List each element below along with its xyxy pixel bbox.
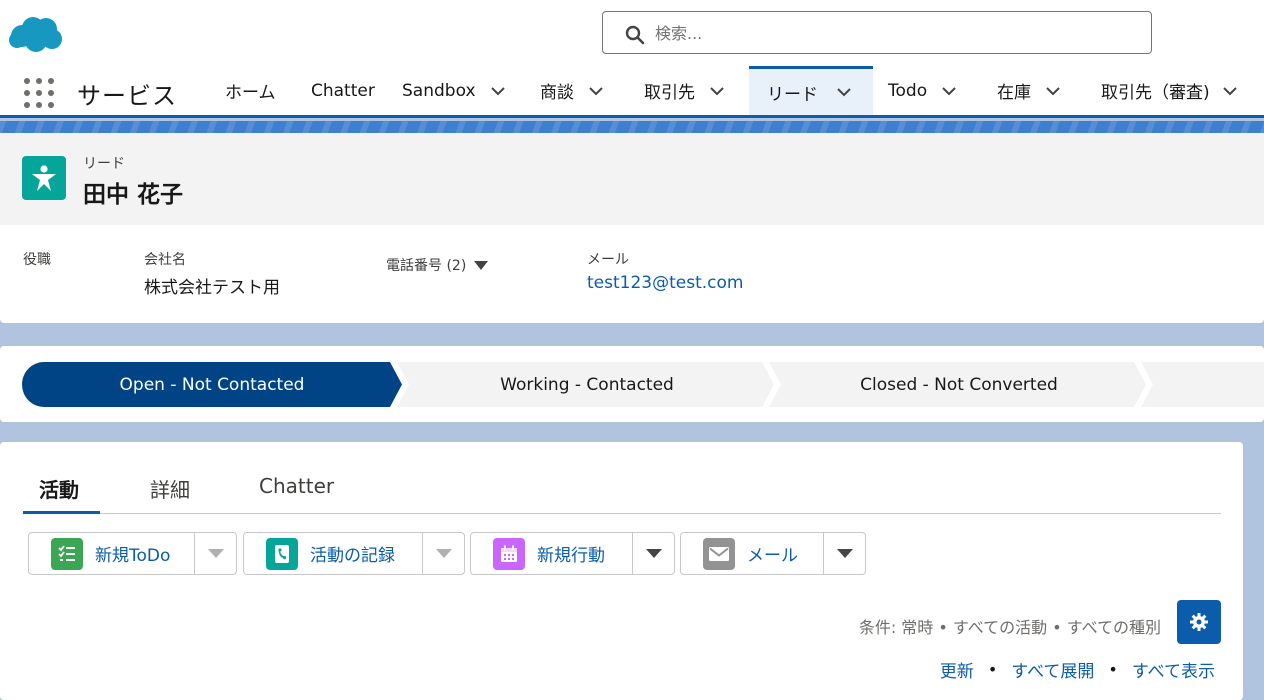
nav-item-chatter[interactable]: Chatter (311, 66, 375, 115)
search-input[interactable] (655, 22, 1135, 44)
company-value: 株式会社テスト用 (144, 278, 280, 298)
path-stage-shape[interactable] (1141, 362, 1264, 407)
record-tabs: 活動 詳細 Chatter (23, 470, 1221, 514)
nav-item-label: 商談 (540, 83, 574, 103)
email-link[interactable]: test123@test.com (587, 273, 743, 293)
filter-settings-button[interactable] (1177, 600, 1221, 644)
email-icon (703, 537, 735, 570)
path-stage-current[interactable]: Open - Not Contacted (22, 362, 402, 407)
new-task-button[interactable]: 新規ToDo (28, 532, 237, 575)
path-stage[interactable]: Working - Contacted (407, 362, 767, 407)
button-label: 活動の記録 (310, 546, 395, 566)
app-name: サービス (77, 82, 177, 110)
nav-item-label: 在庫 (997, 83, 1031, 103)
new-event-main[interactable]: 新規行動 (471, 533, 633, 574)
email-dropdown[interactable] (824, 533, 865, 574)
record-type-label: リード (83, 156, 125, 172)
salesforce-logo[interactable] (6, 14, 64, 54)
path-card: Open - Not Contacted Working - Contacted… (0, 346, 1264, 422)
log-call-icon (266, 537, 298, 570)
nav-item-inventory[interactable]: 在庫 (997, 66, 1063, 115)
search-icon (625, 25, 645, 45)
nav-item-label: Todo (888, 80, 928, 101)
path: Open - Not Contacted Working - Contacted… (22, 362, 1264, 407)
expand-all-link[interactable]: すべて展開 (1011, 657, 1094, 682)
field-title: 役職 (23, 249, 51, 269)
app-launcher-icon[interactable] (24, 78, 54, 108)
nav-item-accounts-review[interactable]: 取引先（審査) (1101, 66, 1240, 115)
chevron-down-icon[interactable] (834, 82, 854, 102)
chevron-down-icon[interactable] (586, 81, 606, 101)
nav-item-todo[interactable]: Todo (888, 66, 959, 115)
chevron-down-icon[interactable] (939, 81, 959, 101)
nav-item-label: 取引先（審査) (1101, 83, 1210, 103)
field-label: 電話番号 (2) (386, 258, 467, 274)
nav-item-home[interactable]: ホーム (225, 66, 276, 115)
new-task-dropdown[interactable] (195, 533, 236, 574)
gear-icon (1190, 613, 1208, 631)
new-event-dropdown[interactable] (633, 533, 674, 574)
log-call-button[interactable]: 活動の記録 (243, 532, 465, 575)
record-header: リード 田中 花子 (0, 133, 1264, 225)
person-star-icon (32, 165, 56, 191)
field-phone[interactable]: 電話番号 (2) (386, 255, 489, 275)
tab-activity[interactable]: 活動 (23, 470, 100, 514)
tab-chatter[interactable]: Chatter (259, 470, 334, 513)
lead-icon (22, 156, 66, 200)
nav-item-label: Chatter (311, 80, 375, 101)
field-label: メール (587, 252, 629, 268)
email-main[interactable]: メール (681, 533, 824, 574)
caret-down-icon (207, 549, 224, 558)
nav-item-label: 取引先 (644, 83, 695, 103)
chevron-down-icon[interactable] (1043, 81, 1063, 101)
nav-item-opportunities[interactable]: 商談 (540, 66, 606, 115)
chevron-down-icon[interactable] (488, 81, 508, 101)
activity-card: 活動 詳細 Chatter 新規ToDo 活動の記録 新規行動 メール 条件: … (0, 442, 1243, 700)
chevron-down-icon[interactable] (1220, 81, 1240, 101)
new-task-main[interactable]: 新規ToDo (29, 533, 195, 574)
log-call-dropdown[interactable] (423, 533, 464, 574)
activity-links: 更新 • すべて展開 • すべて表示 (940, 657, 1215, 682)
nav-bar: サービス ホーム Chatter Sandbox 商談 取引先 リード Todo… (0, 66, 1264, 118)
record-name: 田中 花子 (83, 182, 184, 208)
log-call-main[interactable]: 活動の記録 (244, 533, 423, 574)
nav-item-label: ホーム (225, 83, 276, 103)
view-all-link[interactable]: すべて表示 (1132, 657, 1215, 682)
caret-down-icon (645, 549, 662, 558)
field-company: 会社名 株式会社テスト用 (144, 249, 280, 298)
decorative-banner (0, 121, 1264, 133)
global-search[interactable] (602, 11, 1152, 54)
caret-down-icon (836, 549, 853, 558)
button-label: 新規ToDo (95, 546, 171, 566)
nav-item-label: リード (767, 84, 818, 105)
email-button[interactable]: メール (680, 532, 866, 575)
new-event-button[interactable]: 新規行動 (470, 532, 675, 575)
path-stage[interactable]: Closed - Not Converted (779, 362, 1139, 407)
phone-dropdown[interactable]: 電話番号 (2) (386, 255, 489, 275)
caret-down-icon (435, 549, 452, 558)
separator-dot: • (987, 660, 998, 679)
field-label: 役職 (23, 252, 51, 268)
calendar-icon (493, 537, 525, 570)
field-label: 会社名 (144, 252, 186, 268)
highlights-panel: 役職 会社名 株式会社テスト用 電話番号 (2) メール test123@tes… (0, 225, 1264, 323)
nav-item-sandbox[interactable]: Sandbox (402, 66, 508, 115)
separator-dot: • (1108, 660, 1118, 679)
nav-item-leads[interactable]: リード (749, 66, 873, 115)
button-label: メール (747, 546, 798, 566)
caret-down-icon[interactable] (474, 260, 489, 270)
button-label: 新規行動 (537, 546, 605, 566)
chevron-down-icon[interactable] (707, 81, 727, 101)
global-header (0, 0, 1264, 66)
field-email: メール test123@test.com (587, 249, 743, 293)
task-icon (51, 537, 83, 570)
nav-item-accounts[interactable]: 取引先 (644, 66, 727, 115)
nav-item-label: Sandbox (402, 80, 476, 101)
tab-details[interactable]: 詳細 (150, 470, 190, 513)
activity-filter-text: 条件: 常時 • すべての活動 • すべての種別 (858, 618, 1161, 637)
refresh-link[interactable]: 更新 (940, 657, 974, 682)
